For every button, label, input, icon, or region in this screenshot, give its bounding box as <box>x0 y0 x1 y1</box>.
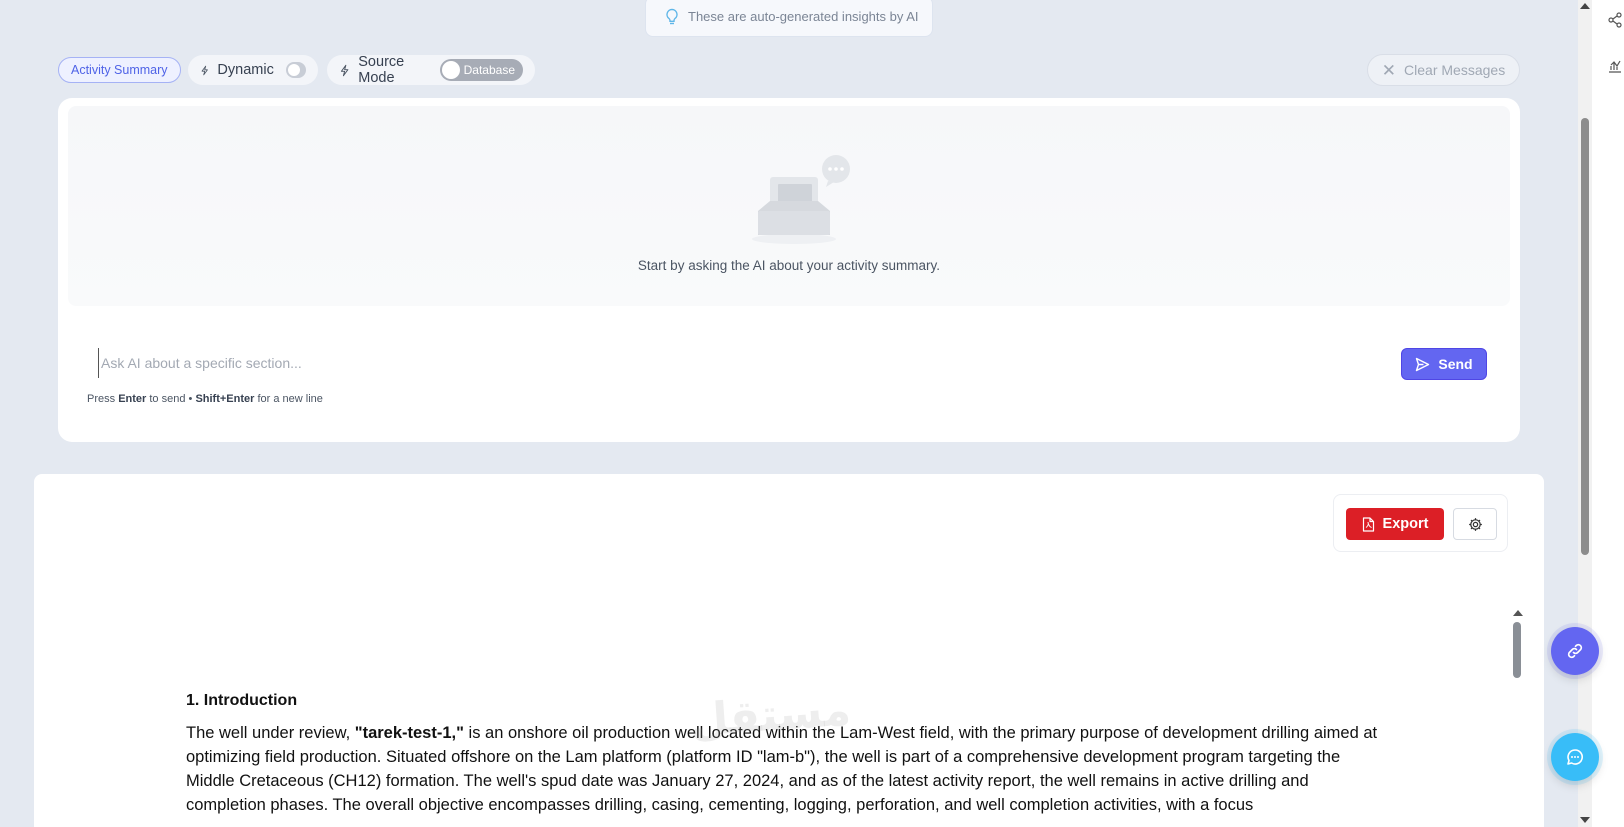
ask-ai-input[interactable] <box>98 348 1338 378</box>
send-button[interactable]: Send <box>1401 348 1487 380</box>
bolt-icon <box>340 64 349 76</box>
activity-summary-tag[interactable]: Activity Summary <box>58 57 181 83</box>
report-settings-button[interactable] <box>1453 508 1497 540</box>
source-mode-switch[interactable]: Database <box>439 59 523 81</box>
scroll-thumb[interactable] <box>1513 622 1521 678</box>
dynamic-label: Dynamic <box>217 62 274 78</box>
keyboard-hint: Press Enter to send • Shift+Enter for a … <box>87 393 323 405</box>
report-scrollbar[interactable] <box>1511 610 1523 827</box>
well-name: "tarek-test-1," <box>354 724 464 742</box>
para-prefix: The well under review, <box>186 724 355 742</box>
chat-empty-message: Start by asking the AI about your activi… <box>637 258 941 273</box>
source-mode-value: Database <box>463 63 515 77</box>
link-fab-button[interactable] <box>1551 627 1599 675</box>
export-button[interactable]: Export <box>1346 508 1444 540</box>
chat-icon <box>1567 749 1583 765</box>
report-panel: Export 1. Introduction The well under re… <box>34 474 1544 827</box>
share-icon[interactable] <box>1607 12 1623 28</box>
empty-inbox-icon <box>752 155 850 244</box>
hint-shift-enter-key: Shift+Enter <box>195 393 255 405</box>
ai-insight-text: These are auto-generated insights by AI <box>688 9 919 24</box>
dynamic-switch[interactable] <box>285 62 306 78</box>
hint-enter-key: Enter <box>118 393 147 405</box>
link-icon <box>1567 643 1583 659</box>
export-label: Export <box>1382 516 1429 532</box>
page-scrollbar[interactable] <box>1578 0 1592 827</box>
send-icon <box>1416 357 1430 371</box>
hint-to-send: to send • <box>149 393 193 405</box>
lightbulb-icon <box>666 8 678 24</box>
bolt-icon <box>201 65 208 75</box>
send-label: Send <box>1438 356 1473 372</box>
chat-empty-state <box>68 106 1510 306</box>
side-toolbar <box>1592 0 1624 827</box>
chat-fab-button[interactable] <box>1551 733 1599 781</box>
source-mode-toggle-group: Source Mode Database <box>327 54 535 86</box>
clear-messages-button[interactable]: ✕ Clear Messages <box>1367 54 1520 86</box>
gear-icon <box>1468 517 1482 531</box>
source-mode-label: Source Mode <box>358 54 405 86</box>
main-area: These are auto-generated insights by AI … <box>0 0 1578 827</box>
dynamic-toggle-group: Dynamic <box>188 55 318 85</box>
hint-press: Press <box>87 393 116 405</box>
activity-summary-label: Activity Summary <box>71 63 168 77</box>
report-actions: Export <box>1333 494 1508 552</box>
pdf-file-icon <box>1362 516 1374 532</box>
chart-icon[interactable] <box>1607 58 1623 74</box>
scroll-up-arrow[interactable] <box>1513 610 1523 616</box>
close-icon: ✕ <box>1381 60 1397 80</box>
clear-messages-label: Clear Messages <box>1404 62 1506 78</box>
page-scroll-up[interactable] <box>1580 3 1590 9</box>
chat-panel: Start by asking the AI about your activi… <box>58 98 1520 442</box>
page-scroll-down[interactable] <box>1580 817 1590 823</box>
ai-insight-banner: These are auto-generated insights by AI <box>645 0 933 37</box>
page-scroll-thumb[interactable] <box>1581 118 1589 555</box>
hint-new-line: for a new line <box>257 393 323 405</box>
